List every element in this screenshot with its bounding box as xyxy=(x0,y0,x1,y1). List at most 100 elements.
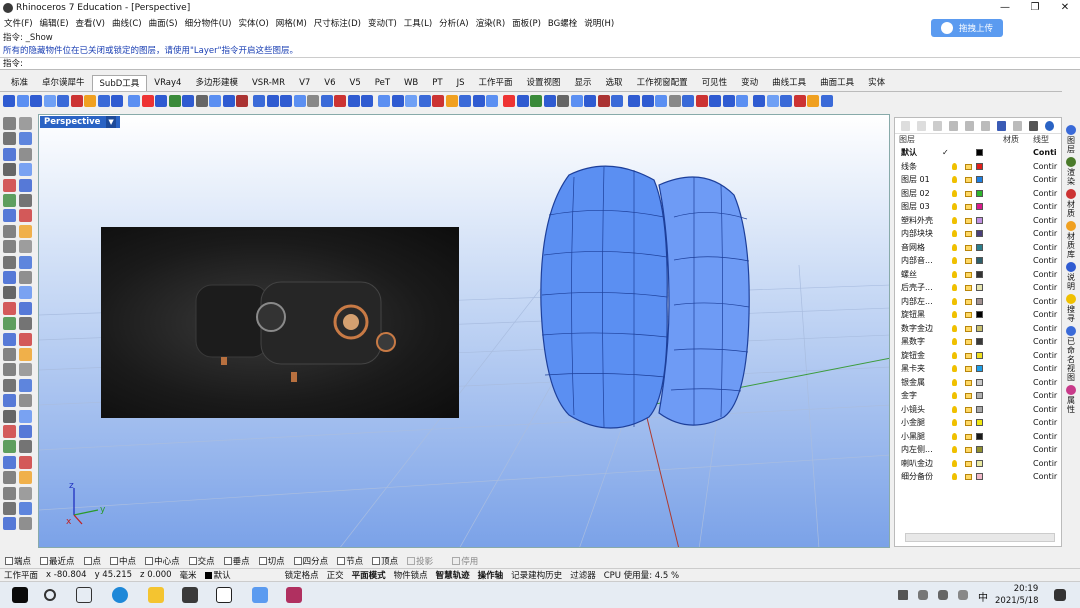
subd-tool-icon[interactable] xyxy=(753,95,765,107)
left-tool-icon[interactable] xyxy=(19,455,32,469)
menu-edit[interactable]: 编辑(E) xyxy=(40,17,69,29)
osnap-label[interactable]: 端点 xyxy=(14,555,31,567)
subd-tool-icon[interactable] xyxy=(236,95,248,107)
perspective-viewport[interactable]: Perspective ▼ z y x xyxy=(38,114,890,548)
lock-icon[interactable] xyxy=(965,204,972,210)
layer-linetype[interactable]: Contir xyxy=(1033,322,1057,336)
move-down-icon[interactable] xyxy=(965,120,974,131)
osnap-checkbox[interactable] xyxy=(407,556,416,565)
layer-linetype[interactable]: Contir xyxy=(1033,457,1057,471)
layer-row[interactable]: 线条 Contir xyxy=(895,160,1061,174)
tab-subd-tools[interactable]: SubD工具 xyxy=(91,75,148,91)
left-tool-icon[interactable] xyxy=(3,409,16,423)
tab-pt[interactable]: PT xyxy=(425,75,449,91)
left-tool-icon[interactable] xyxy=(19,255,32,269)
layer-name[interactable]: 图层 02 xyxy=(901,187,930,201)
lock-icon[interactable] xyxy=(965,460,972,467)
visibility-bulb-icon[interactable] xyxy=(952,216,957,224)
tab-v7[interactable]: V7 xyxy=(292,75,317,91)
subd-tool-icon[interactable] xyxy=(820,95,833,107)
osnap-label[interactable]: 节点 xyxy=(346,555,363,567)
menu-bg-bolt[interactable]: BG螺栓 xyxy=(548,17,577,29)
tab-polygon-modeling[interactable]: 多边形建模 xyxy=(188,75,245,91)
left-tool-icon[interactable] xyxy=(19,517,32,531)
layer-linetype[interactable]: Contir xyxy=(1033,416,1057,430)
subd-tool-icon[interactable] xyxy=(722,95,735,107)
osnap-label[interactable]: 顶点 xyxy=(381,555,398,567)
visibility-bulb-icon[interactable] xyxy=(952,257,957,264)
tab-v6[interactable]: V6 xyxy=(317,75,342,91)
new-sublayer-icon[interactable] xyxy=(917,120,926,131)
layer-color-swatch[interactable] xyxy=(976,297,983,305)
osnap-label[interactable]: 点 xyxy=(93,555,102,567)
subd-tool-icon[interactable] xyxy=(57,95,69,107)
current-layer[interactable]: 默认 xyxy=(214,569,231,581)
layer-row[interactable]: 数字金边 Contir xyxy=(895,322,1061,336)
subd-tool-icon[interactable] xyxy=(43,95,56,107)
move-up-icon[interactable] xyxy=(949,120,958,131)
tab-viewport-layout[interactable]: 工作视窗配置 xyxy=(630,75,695,91)
subd-tool-icon[interactable] xyxy=(611,95,623,107)
layer-color-swatch[interactable] xyxy=(976,338,983,345)
subd-model[interactable] xyxy=(529,155,759,455)
task-view-icon[interactable] xyxy=(76,587,92,603)
volume-icon[interactable] xyxy=(958,590,968,600)
layer-row[interactable]: 小镜头 Contir xyxy=(895,403,1061,417)
layer-linetype[interactable]: Contir xyxy=(1033,200,1057,214)
subd-tool-icon[interactable] xyxy=(432,95,444,107)
left-tool-icon[interactable] xyxy=(3,332,16,346)
left-tool-icon[interactable] xyxy=(3,224,16,238)
tab-visibility[interactable]: 可见性 xyxy=(695,75,735,91)
left-tool-icon[interactable] xyxy=(3,425,16,438)
tab-select[interactable]: 选取 xyxy=(599,75,630,91)
tab-standard[interactable]: 标准 xyxy=(4,75,35,91)
visibility-bulb-icon[interactable] xyxy=(952,392,957,399)
delete-layer-icon[interactable] xyxy=(933,120,942,131)
lock-icon[interactable] xyxy=(965,325,972,332)
left-tool-icon[interactable] xyxy=(3,486,16,500)
layer-color-swatch[interactable] xyxy=(976,419,983,426)
tab-v5[interactable]: V5 xyxy=(343,75,368,91)
left-tool-icon[interactable] xyxy=(3,286,16,300)
filter-icon[interactable] xyxy=(997,120,1006,131)
ime-indicator[interactable]: 中 xyxy=(978,589,988,604)
tab-transform[interactable]: 变动 xyxy=(734,75,765,91)
osnap-checkbox[interactable] xyxy=(188,556,197,565)
subd-tool-icon[interactable] xyxy=(503,95,515,107)
layer-linetype[interactable]: Contir xyxy=(1033,349,1057,363)
layer-row[interactable]: 音网格 Contir xyxy=(895,241,1061,255)
layer-linetype[interactable]: Contir xyxy=(1033,281,1057,295)
layer-name[interactable]: 金字 xyxy=(901,389,917,403)
subd-tool-icon[interactable] xyxy=(334,95,346,107)
layer-color-swatch[interactable] xyxy=(976,162,983,170)
visibility-bulb-icon[interactable] xyxy=(952,446,957,453)
layer-name[interactable]: 内左侧... xyxy=(901,443,933,457)
layer-name[interactable]: 音网格 xyxy=(901,241,925,255)
left-tool-icon[interactable] xyxy=(3,147,16,161)
subd-tool-icon[interactable] xyxy=(3,95,15,107)
side-tab[interactable]: 已命名视图 xyxy=(1064,326,1078,382)
left-tool-icon[interactable] xyxy=(19,363,32,377)
lock-icon[interactable] xyxy=(965,163,972,170)
layer-linetype[interactable]: Contir xyxy=(1033,430,1057,444)
left-tool-icon[interactable] xyxy=(3,240,16,254)
osnap-label[interactable]: 停用 xyxy=(461,555,478,567)
left-tool-icon[interactable] xyxy=(3,348,16,361)
osnap-checkbox[interactable] xyxy=(372,556,381,565)
left-tool-icon[interactable] xyxy=(19,209,32,223)
osnap-checkbox[interactable] xyxy=(145,556,154,565)
subd-tool-icon[interactable] xyxy=(655,95,667,107)
menu-file[interactable]: 文件(F) xyxy=(4,17,33,29)
layer-name[interactable]: 螺丝 xyxy=(901,268,917,282)
visibility-bulb-icon[interactable] xyxy=(952,324,957,332)
layer-linetype[interactable]: Contir xyxy=(1033,389,1057,403)
new-layer-icon[interactable] xyxy=(901,120,910,131)
subd-tool-icon[interactable] xyxy=(530,95,542,107)
subd-tool-icon[interactable] xyxy=(736,95,748,107)
subd-tool-icon[interactable] xyxy=(70,95,83,107)
subd-tool-icon[interactable] xyxy=(445,95,458,107)
subd-tool-icon[interactable] xyxy=(486,95,498,107)
layer-linetype[interactable]: Conti xyxy=(1033,146,1057,160)
layer-linetype[interactable]: Contir xyxy=(1033,362,1057,376)
osnap-label[interactable]: 交点 xyxy=(198,555,215,567)
